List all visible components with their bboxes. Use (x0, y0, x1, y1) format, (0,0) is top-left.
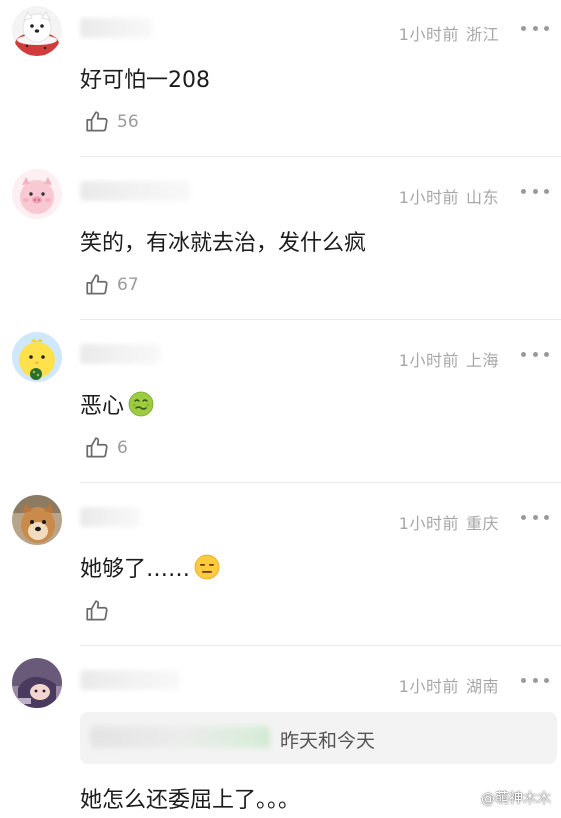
shiba-dog-avatar-icon[interactable] (12, 495, 62, 545)
comment-location: 浙江 (465, 25, 499, 44)
comment-text: 恶心 (80, 388, 154, 420)
divider (80, 482, 561, 483)
more-options-icon[interactable] (517, 668, 553, 692)
username-blurred[interactable] (80, 670, 180, 690)
comment-time: 1小时前 (398, 25, 459, 44)
divider (80, 156, 561, 157)
yellow-chick-avatar-icon[interactable] (12, 332, 62, 382)
pink-pig-avatar-icon[interactable] (12, 169, 62, 219)
comment-meta: 1小时前 上海 (399, 347, 499, 371)
like-count: 56 (117, 112, 139, 132)
thumbs-up-icon (86, 274, 108, 295)
thumbs-up-icon (86, 600, 108, 621)
comment-time: 1小时前 (398, 188, 459, 207)
white-dog-avatar-icon[interactable] (12, 6, 62, 56)
thumbs-up-icon (86, 437, 108, 458)
anime-avatar-icon[interactable] (12, 658, 62, 708)
divider (80, 645, 561, 646)
comment-text: 笑的，有冰就去治，发什么疯 (80, 231, 367, 256)
weibo-icon (460, 789, 478, 807)
comment-meta: 1小时前 重庆 (399, 510, 499, 534)
watermark-text: @萌神木木 (481, 791, 551, 807)
more-options-icon[interactable] (517, 505, 553, 529)
comment-text: 她够了…… (80, 551, 220, 583)
comment-location: 重庆 (465, 514, 499, 533)
quoted-reply[interactable]: 昨天和今天 (80, 712, 557, 764)
comment-text: 好可怕一208 (80, 68, 210, 93)
username-blurred[interactable] (80, 181, 190, 201)
like-count: 67 (117, 275, 139, 295)
like-button[interactable] (84, 597, 117, 625)
thumbs-up-icon (86, 111, 108, 132)
comment-time: 1小时前 (398, 351, 459, 370)
comment-location: 湖南 (465, 677, 499, 696)
quoted-content-blurred (90, 726, 270, 748)
comment-meta: 1小时前 浙江 (399, 21, 499, 45)
more-options-icon[interactable] (517, 179, 553, 203)
username-blurred[interactable] (80, 507, 140, 527)
watermark: @萌神木木 (460, 788, 551, 808)
comment-list: 1小时前 浙江 好可怕一208 56 1小时前 山东 笑的，有冰就去治，发什么疯… (0, 0, 561, 818)
like-button[interactable]: 67 (84, 271, 139, 299)
like-count: 6 (117, 438, 128, 458)
comment-location: 山东 (465, 188, 499, 207)
comment-time: 1小时前 (398, 514, 459, 533)
comment-text: 她怎么还委屈上了。。。 (80, 788, 301, 813)
expressionless-face-emoji (194, 554, 220, 580)
quoted-text: 昨天和今天 (280, 730, 376, 752)
comment-meta: 1小时前 山东 (399, 184, 499, 208)
username-blurred[interactable] (80, 18, 152, 38)
more-options-icon[interactable] (517, 342, 553, 366)
comment-location: 上海 (465, 351, 499, 370)
divider (80, 319, 561, 320)
more-options-icon[interactable] (517, 16, 553, 40)
comment-time: 1小时前 (398, 677, 459, 696)
nauseated-face-emoji (128, 391, 154, 417)
like-button[interactable]: 56 (84, 108, 139, 136)
comment-meta: 1小时前 湖南 (399, 673, 499, 697)
like-button[interactable]: 6 (84, 434, 128, 462)
username-blurred[interactable] (80, 344, 160, 364)
